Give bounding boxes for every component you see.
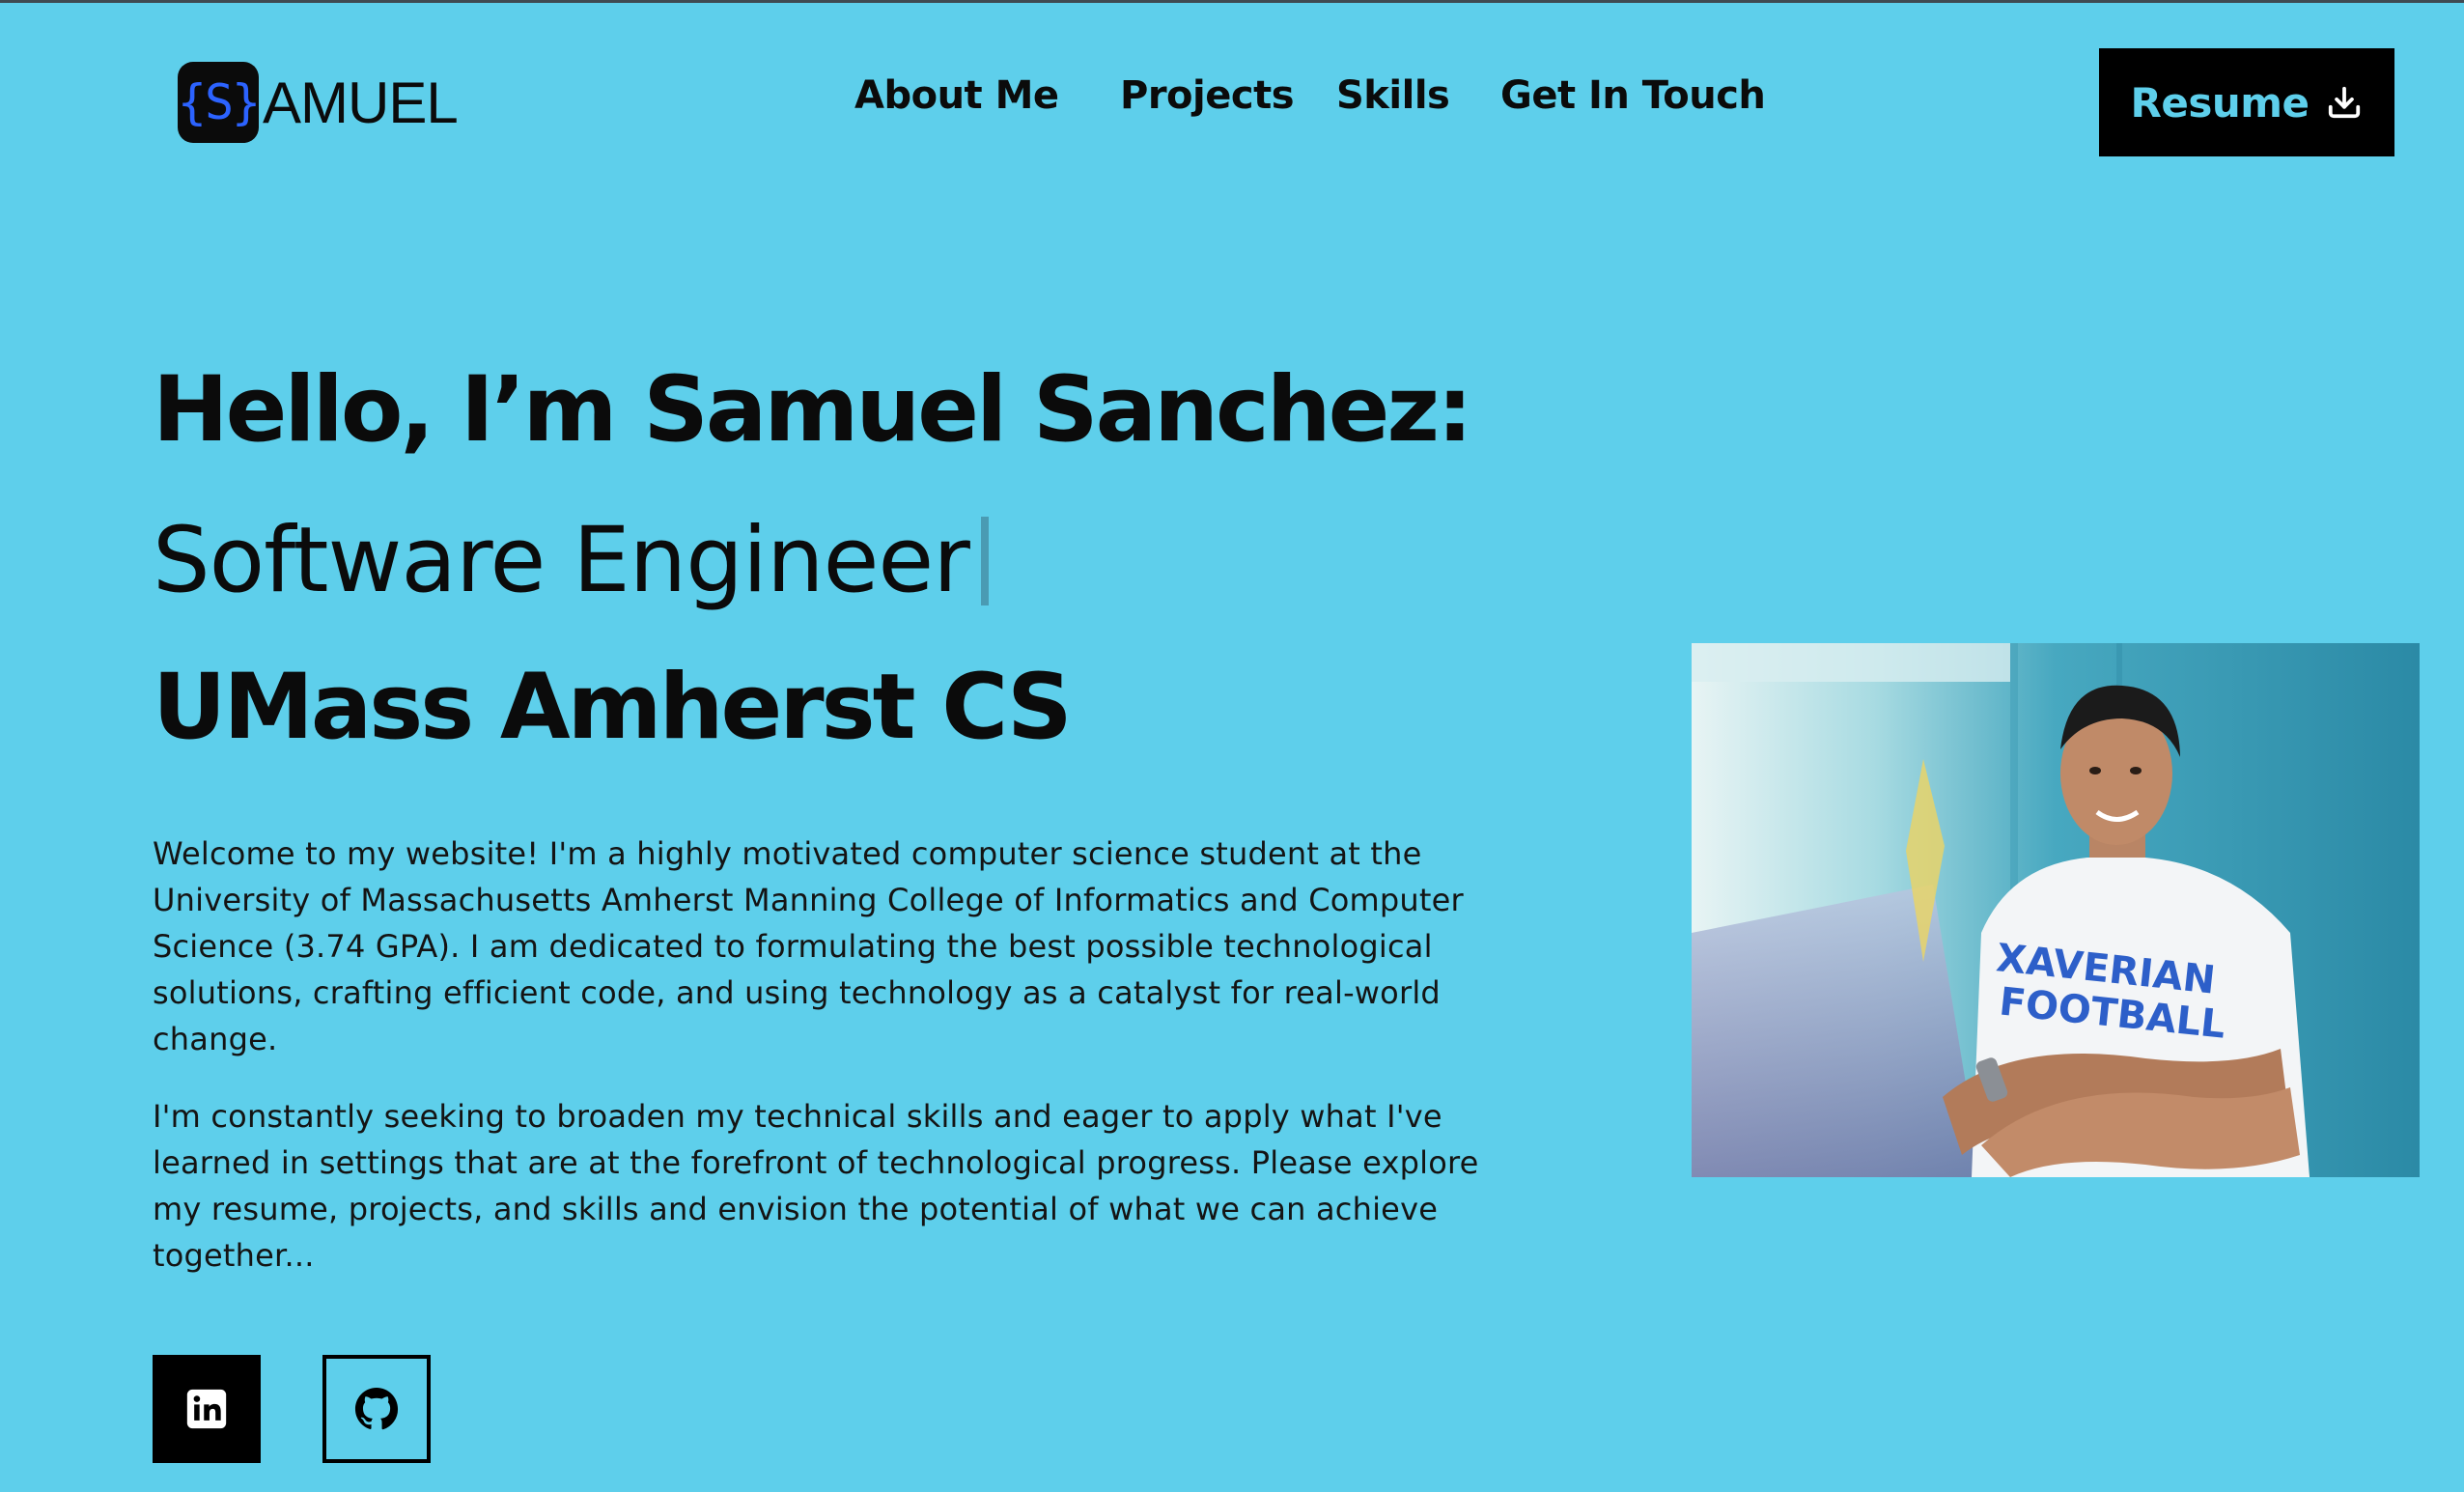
school-line: UMass Amherst CS	[153, 655, 1073, 760]
resume-button-label: Resume	[2130, 78, 2310, 127]
download-icon	[2329, 86, 2361, 119]
window-top-border	[0, 0, 2464, 3]
nav-skills[interactable]: Skills	[1336, 73, 1450, 118]
nav-about-me[interactable]: About Me	[854, 73, 1059, 118]
nav-projects[interactable]: Projects	[1120, 73, 1295, 118]
nav-get-in-touch[interactable]: Get In Touch	[1500, 73, 1766, 118]
role-text: Software Engineer	[153, 508, 970, 613]
profile-photo: XAVERIAN FOOTBALL	[1692, 643, 2420, 1177]
linkedin-button[interactable]	[153, 1355, 261, 1463]
resume-button[interactable]: Resume	[2099, 48, 2394, 156]
site-logo[interactable]: {S} AMUEL	[178, 62, 459, 143]
hero-greeting: Hello, I’m Samuel Sanchez:	[153, 357, 1473, 463]
profile-photo-illustration: XAVERIAN FOOTBALL	[1692, 643, 2420, 1177]
intro-paragraph: Welcome to my website! I'm a highly moti…	[153, 835, 1464, 1057]
logo-text: AMUEL	[263, 70, 459, 135]
role-typewriter: Software Engineer	[153, 508, 989, 613]
intro-paragraph-2: I'm constantly seeking to broaden my tec…	[153, 1098, 1479, 1274]
linkedin-icon	[186, 1389, 227, 1429]
github-icon	[354, 1387, 399, 1430]
github-button[interactable]	[322, 1355, 431, 1463]
typing-caret	[980, 516, 989, 605]
logo-mark: {S}	[178, 62, 261, 143]
